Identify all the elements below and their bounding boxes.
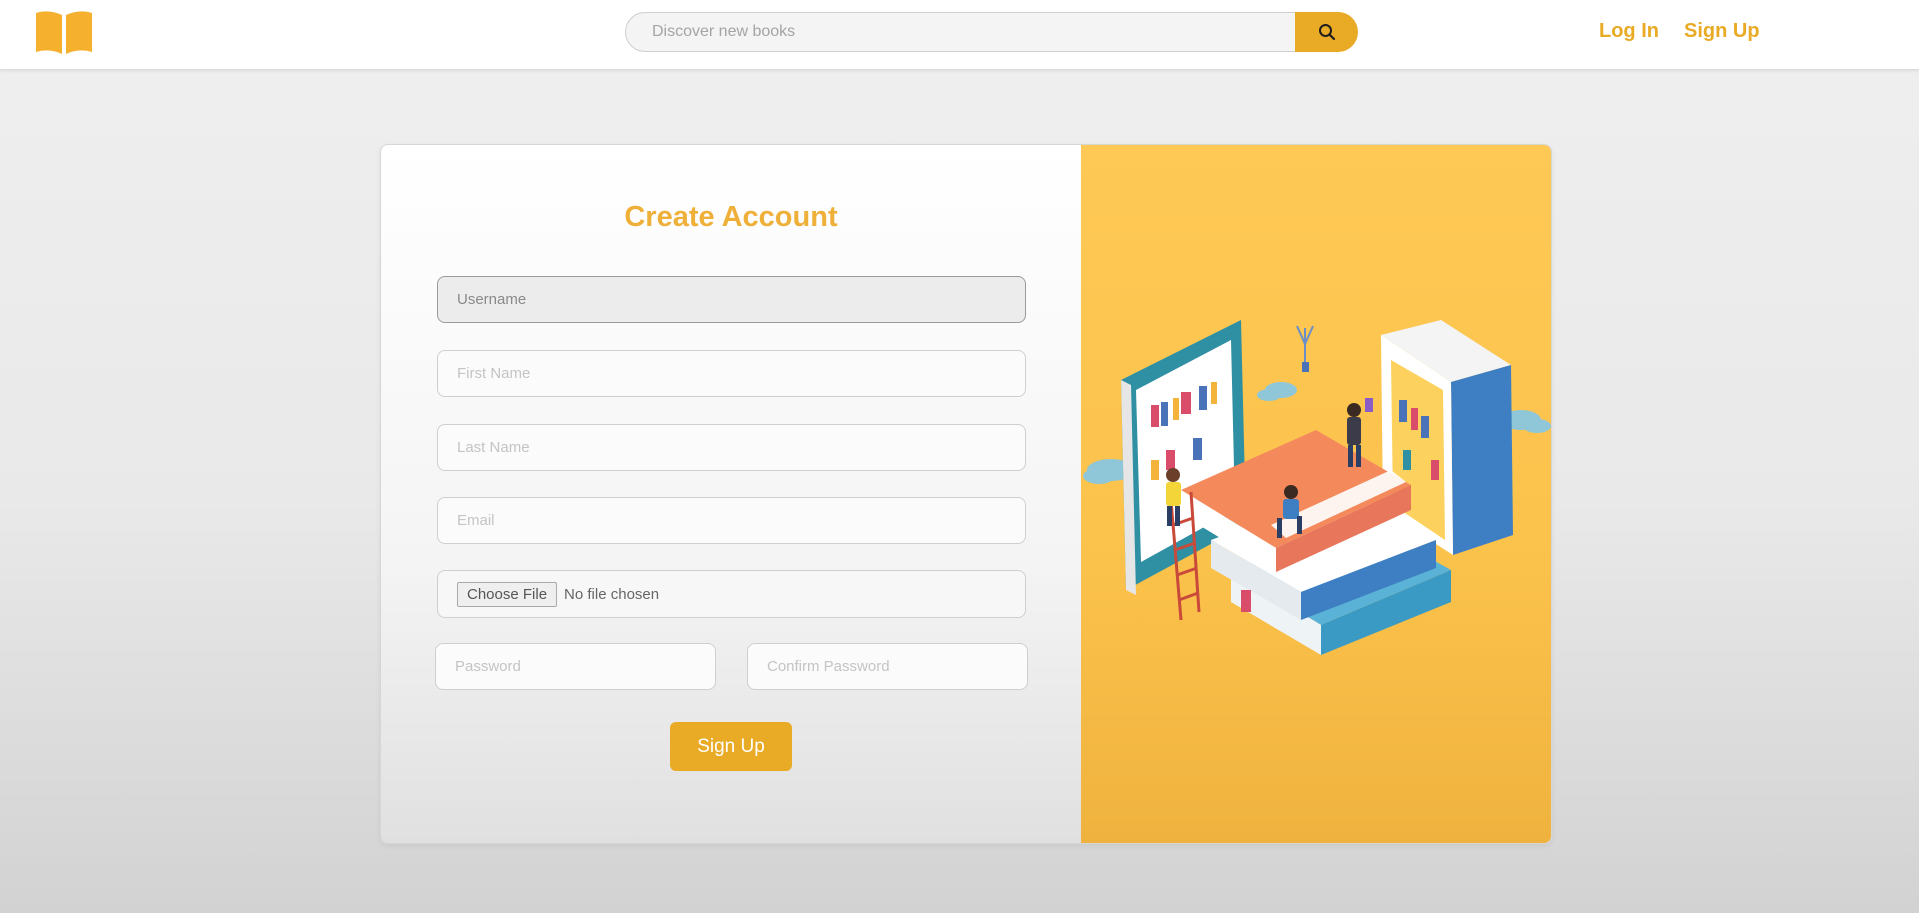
search-bar	[625, 12, 1358, 52]
password-field[interactable]	[435, 643, 716, 690]
illustration-panel	[1081, 145, 1551, 843]
top-navbar: Log In Sign Up	[0, 0, 1919, 70]
login-link[interactable]: Log In	[1599, 20, 1659, 43]
signup-button[interactable]: Sign Up	[670, 722, 792, 771]
email-field[interactable]	[437, 497, 1026, 544]
file-status-text: No file chosen	[564, 585, 660, 603]
signup-card: Create Account Choose File No file chose…	[380, 144, 1552, 844]
form-title: Create Account	[624, 201, 838, 233]
username-field[interactable]	[437, 276, 1026, 323]
last-name-field[interactable]	[437, 424, 1026, 471]
choose-file-button[interactable]: Choose File	[457, 581, 558, 607]
signup-form: Create Account Choose File No file chose…	[381, 145, 1255, 843]
search-input[interactable]	[625, 12, 1295, 52]
confirm-password-field[interactable]	[747, 643, 1028, 690]
first-name-field[interactable]	[437, 350, 1026, 397]
lamp-icon	[1296, 325, 1314, 372]
search-icon	[1318, 24, 1335, 41]
signup-link[interactable]: Sign Up	[1684, 20, 1760, 43]
file-upload-field: Choose File No file chosen	[437, 570, 1026, 618]
search-button[interactable]	[1295, 12, 1358, 52]
open-book-logo-icon[interactable]	[34, 9, 94, 55]
isometric-library-illustration	[1083, 320, 1551, 655]
